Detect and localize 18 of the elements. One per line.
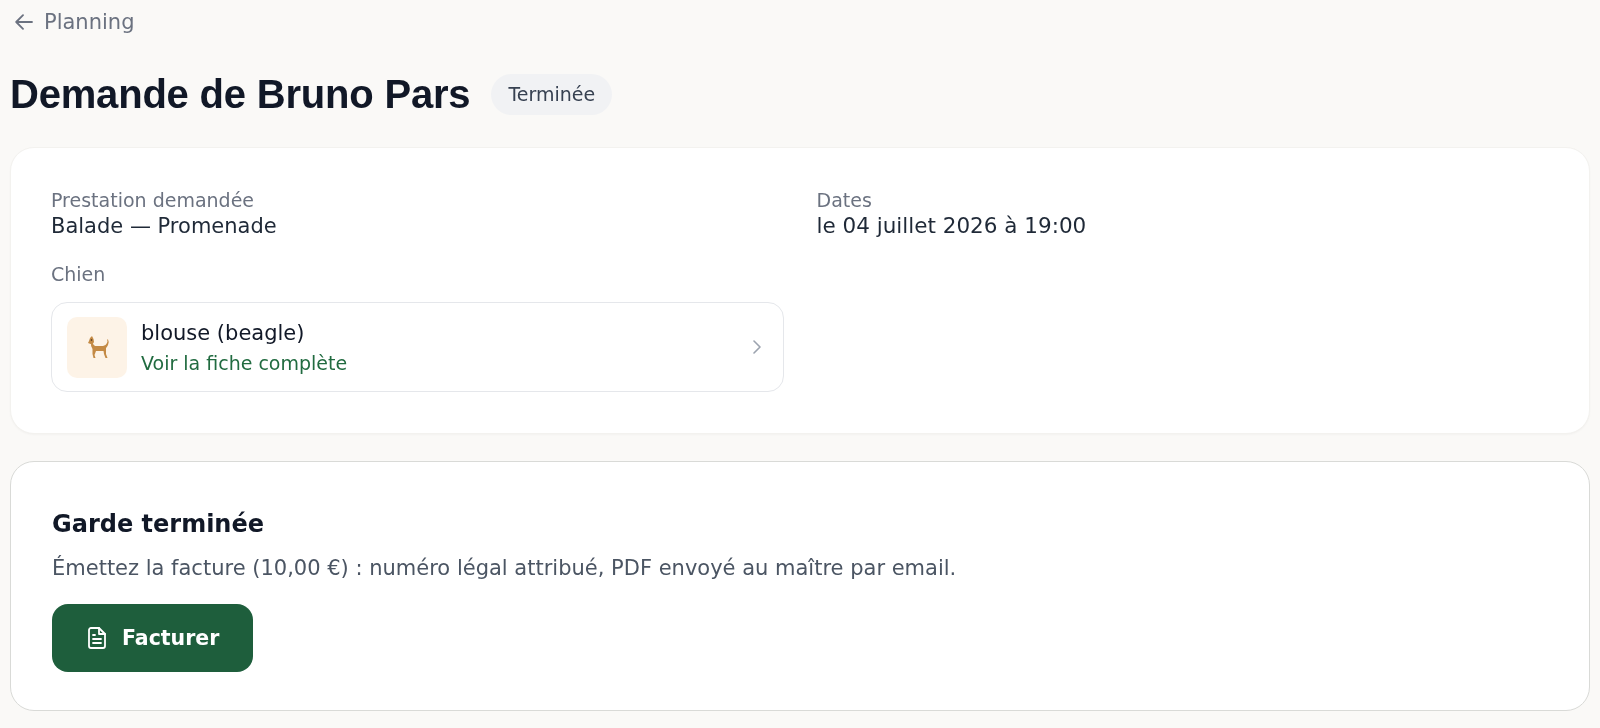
chevron-right-icon (752, 340, 761, 354)
document-icon (88, 627, 106, 649)
status-badge: Terminée (491, 73, 613, 115)
section-description: Émettez la facture (10,00 €) : numéro légal attribué, PDF envoyé au maître par email. (52, 554, 957, 582)
page-title: Demande de Bruno Pars (10, 72, 471, 116)
field-label: Prestation demandée (51, 188, 256, 212)
dog-profile-link[interactable]: Voir la fiche complète (141, 349, 348, 376)
dog-name: blouse (beagle) (141, 319, 305, 347)
invoice-button[interactable]: Facturer (52, 604, 254, 672)
back-link[interactable]: Planning (15, 8, 135, 36)
field-label: Dates (816, 188, 872, 212)
field-value: Balade — Promenade (51, 213, 278, 240)
dog-icon (67, 316, 127, 378)
back-arrow-icon (15, 14, 33, 30)
field-value: le 04 juillet 2026 à 19:00 (816, 212, 1087, 240)
section-title: Garde terminée (52, 509, 264, 540)
field-label: Chien (51, 262, 107, 286)
dog-card[interactable]: blouse (beagle) Voir la fiche complète (51, 302, 784, 392)
